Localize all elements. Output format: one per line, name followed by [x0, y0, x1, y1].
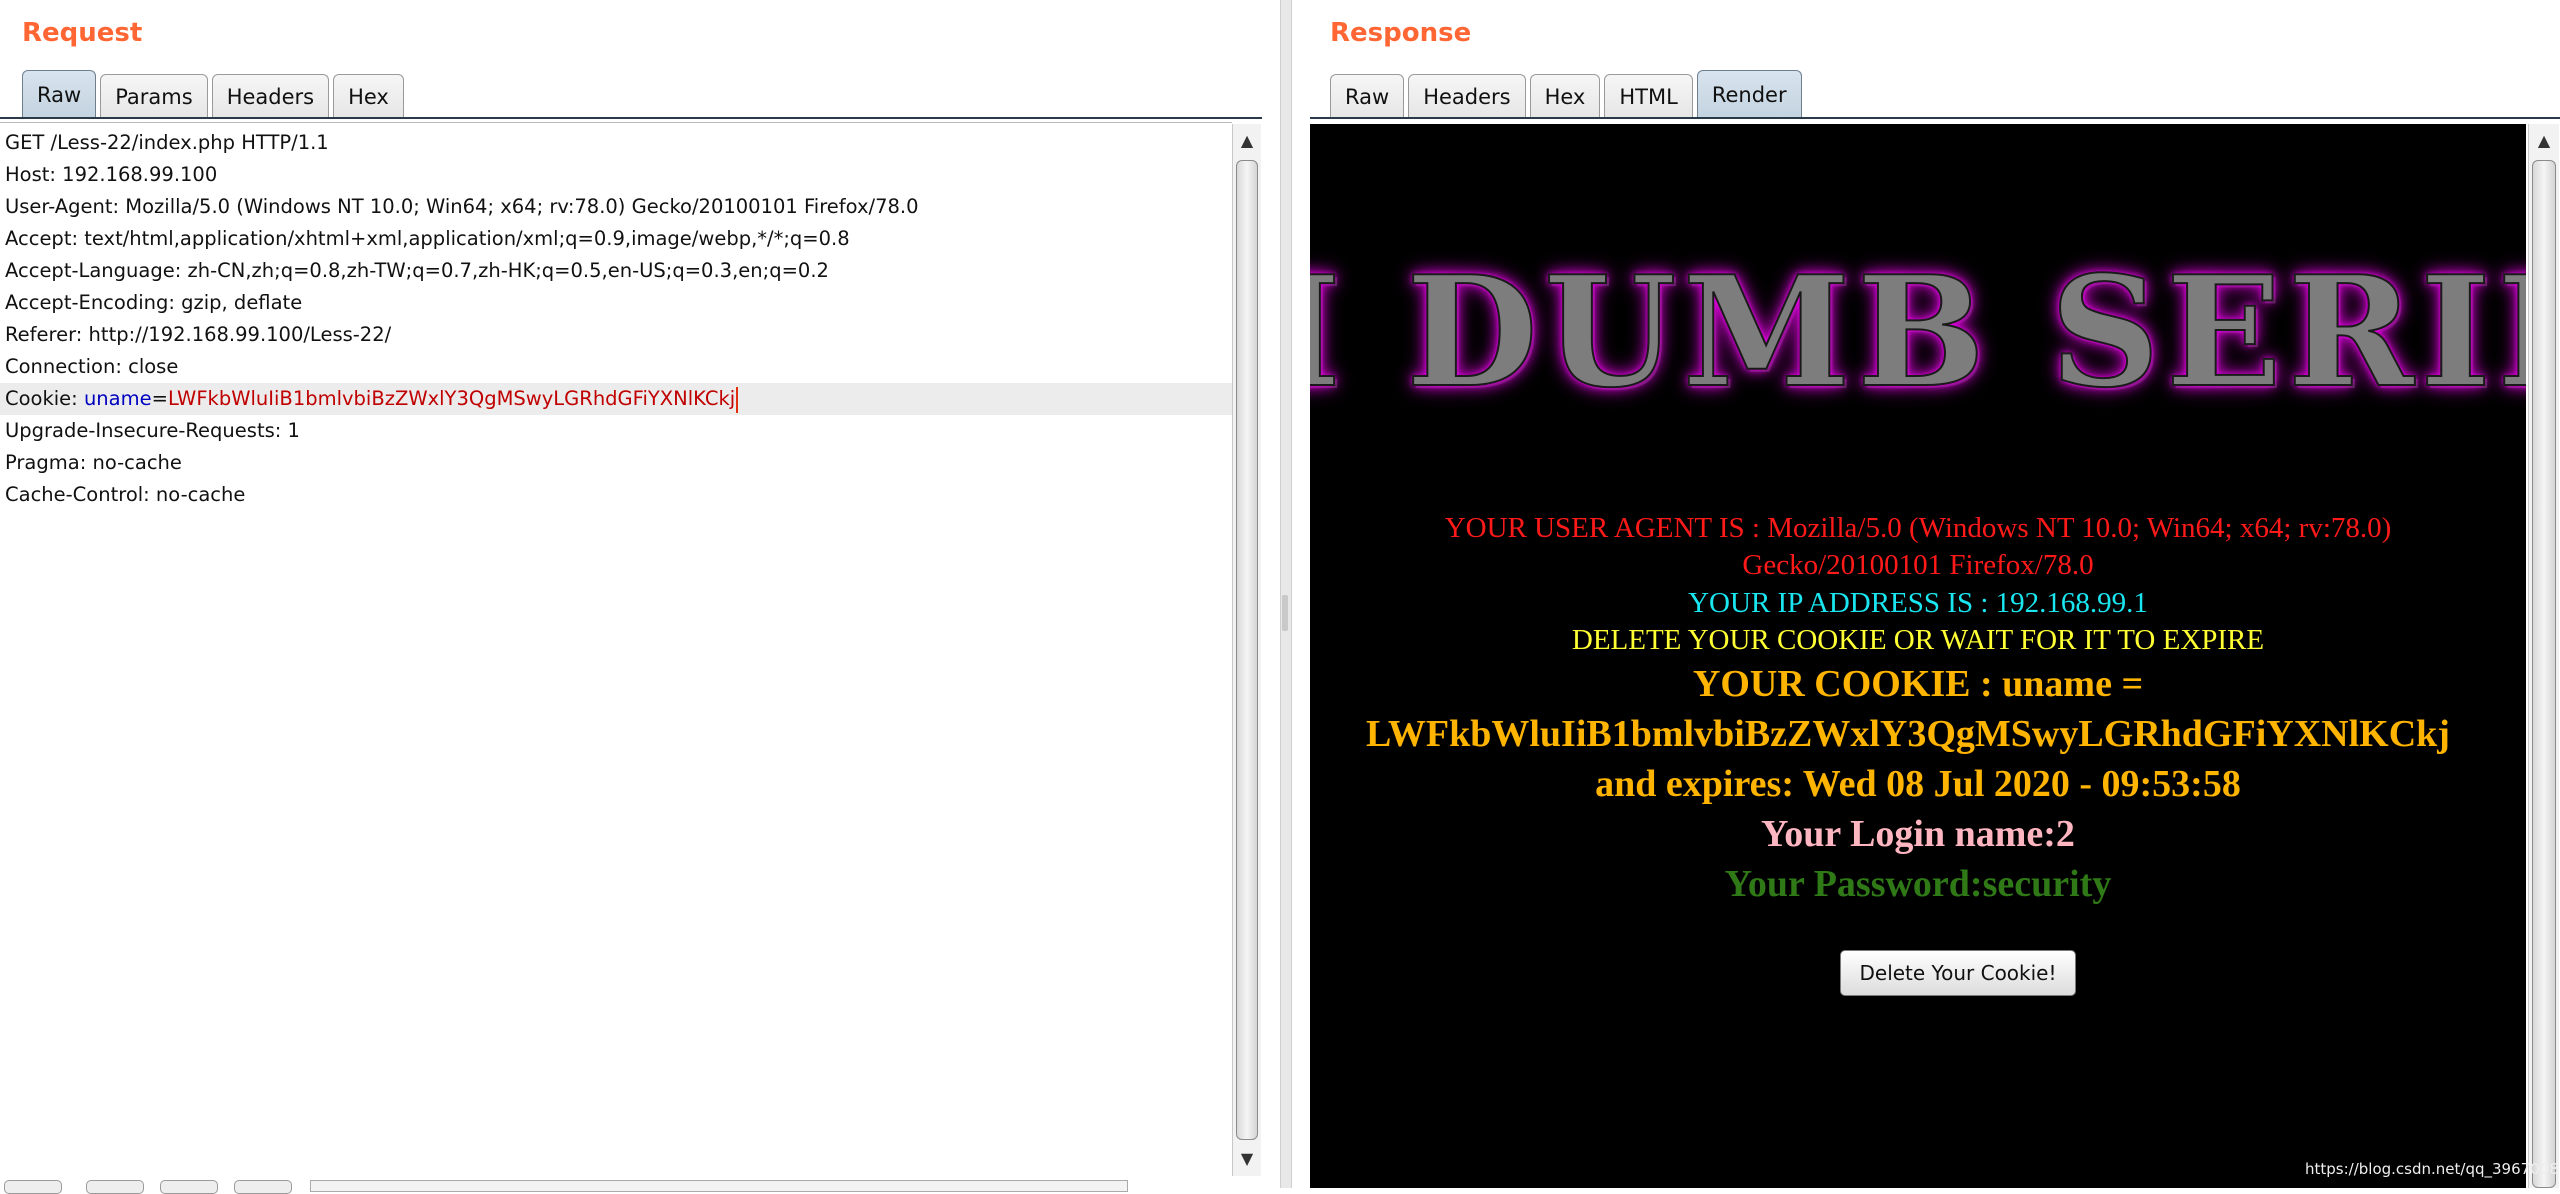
pane-splitter[interactable] [1280, 0, 1292, 1188]
request-scroll-thumb[interactable] [1236, 160, 1258, 1140]
request-line-cache-control: Cache-Control: no-cache [5, 483, 246, 506]
scroll-up-arrow-icon[interactable]: ▲ [1233, 128, 1261, 154]
response-tab-hex[interactable]: Hex [1529, 74, 1601, 118]
response-tabs: Raw Headers Hex HTML Render [1330, 70, 1806, 118]
response-tab-html[interactable]: HTML [1604, 74, 1693, 118]
request-line-method: GET /Less-22/index.php HTTP/1.1 [5, 131, 329, 154]
splitter-grip-icon[interactable] [1282, 595, 1288, 631]
response-title: Response [1330, 18, 1472, 48]
cookie-value-text: LWFkbWluIiB1bmlvbiBzZWxlY3QgMSwyLGRhdGFi… [1366, 713, 2450, 755]
user-agent-text: YOUR USER AGENT IS : Mozilla/5.0 (Window… [1444, 512, 2392, 544]
login-name-text: Your Login name:2 [1761, 813, 2075, 855]
text-caret [736, 386, 739, 413]
delete-cookie-button[interactable]: Delete Your Cookie! [1840, 950, 2076, 996]
request-tab-raw[interactable]: Raw [22, 70, 97, 118]
response-tab-divider [1310, 117, 2560, 119]
request-tab-divider [0, 117, 1262, 119]
response-tab-raw[interactable]: Raw [1330, 74, 1405, 118]
scroll-down-arrow-icon[interactable]: ▼ [1233, 1146, 1261, 1172]
request-line-accept-encoding: Accept-Encoding: gzip, deflate [5, 291, 303, 314]
request-tab-params[interactable]: Params [100, 74, 208, 118]
response-render-view: I DUMB SERIE YOUR USER AGENT IS : Mozill… [1310, 124, 2526, 1188]
request-nav-button[interactable] [86, 1180, 144, 1194]
request-line-host: Host: 192.168.99.100 [5, 163, 218, 186]
request-line-referer: Referer: http://192.168.99.100/Less-22/ [5, 323, 392, 346]
request-tab-headers[interactable]: Headers [211, 74, 330, 118]
cookie-equals: = [151, 387, 168, 410]
request-line-connection: Connection: close [5, 355, 179, 378]
request-nav-button[interactable] [160, 1180, 218, 1194]
cookie-label-text: YOUR COOKIE : uname = [1692, 663, 2144, 705]
cookie-expires-text: and expires: Wed 08 Jul 2020 - 09:53:58 [1595, 763, 2241, 805]
request-nav-button[interactable] [234, 1180, 292, 1194]
request-line-pragma: Pragma: no-cache [5, 451, 182, 474]
ip-address-text: YOUR IP ADDRESS IS : 192.168.99.1 [1688, 587, 2148, 619]
request-line-accept: Accept: text/html,application/xhtml+xml,… [5, 227, 850, 250]
request-tab-hex[interactable]: Hex [333, 74, 404, 118]
scroll-up-arrow-icon[interactable]: ▲ [2529, 128, 2559, 154]
watermark-text: https://blog.csdn.net/qq_3967008 [2305, 1160, 2559, 1178]
response-scroll-thumb[interactable] [2532, 160, 2556, 1188]
request-title: Request [22, 18, 143, 48]
request-line-cookie[interactable]: Cookie: uname=LWFkbWluIiB1bmlvbiBzZWxlY3… [0, 383, 1232, 415]
request-line-user-agent: User-Agent: Mozilla/5.0 (Windows NT 10.0… [5, 195, 919, 218]
request-editor[interactable]: GET /Less-22/index.php HTTP/1.1 Host: 19… [0, 122, 1232, 1183]
cookie-value: LWFkbWluIiB1bmlvbiBzZWxlY3QgMSwyLGRhdGFi… [167, 387, 736, 410]
response-tab-headers[interactable]: Headers [1408, 74, 1526, 118]
response-tab-render[interactable]: Render [1696, 70, 1802, 118]
password-text: Your Password:security [1724, 863, 2112, 905]
request-line-upgrade: Upgrade-Insecure-Requests: 1 [5, 419, 300, 442]
request-nav-button[interactable] [4, 1180, 62, 1194]
request-tabs: Raw Params Headers Hex [22, 70, 408, 118]
response-scrollbar[interactable]: ▲ [2528, 124, 2559, 1188]
user-agent-text-continued: Gecko/20100101 Firefox/78.0 [1742, 549, 2094, 581]
banner-image: I DUMB SERIE [1310, 241, 2526, 422]
request-search-input[interactable] [310, 1180, 1128, 1192]
cookie-name: uname [83, 387, 152, 410]
request-line-accept-language: Accept-Language: zh-CN,zh;q=0.8,zh-TW;q=… [5, 259, 829, 282]
request-scrollbar[interactable]: ▲ ▼ [1232, 124, 1261, 1176]
delete-cookie-notice: DELETE YOUR COOKIE OR WAIT FOR IT TO EXP… [1571, 624, 2265, 656]
cookie-prefix: Cookie: [5, 387, 84, 410]
